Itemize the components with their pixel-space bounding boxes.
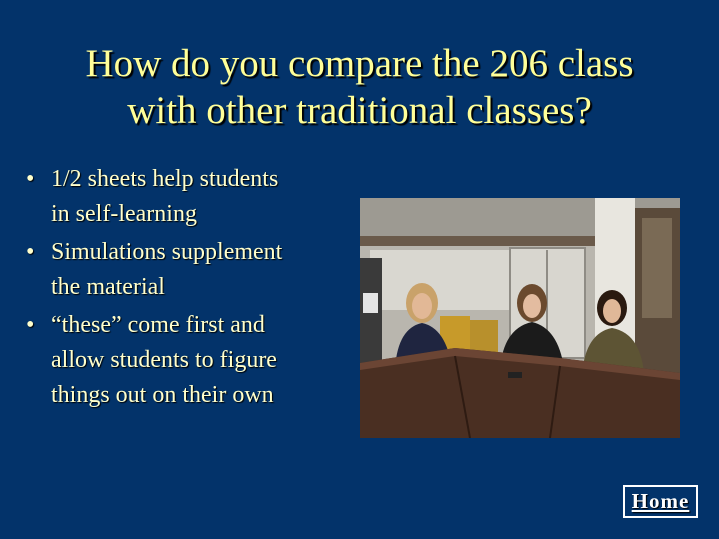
bullet-marker: • bbox=[26, 166, 35, 192]
bullet-item: • “these” come first and allow students … bbox=[26, 308, 356, 413]
title-line-1: How do you compare the 206 class bbox=[85, 42, 634, 85]
bullet-marker: • bbox=[26, 312, 35, 338]
bullet-text-line: the material bbox=[51, 274, 165, 300]
title-line-2: with other traditional classes? bbox=[127, 89, 592, 132]
bullet-marker: • bbox=[26, 239, 35, 265]
classroom-photo bbox=[360, 198, 680, 438]
bullet-item: • Simulations supplement the material bbox=[26, 235, 356, 305]
slide-title: How do you compare the 206 class with ot… bbox=[0, 40, 719, 134]
bullet-text-line: things out on their own bbox=[51, 382, 274, 408]
bullet-text-line: Simulations supplement bbox=[51, 239, 283, 265]
bullet-text-line: allow students to figure bbox=[51, 347, 277, 373]
bullet-text-line: “these” come first and bbox=[51, 312, 265, 338]
bullet-item: • 1/2 sheets help students in self-learn… bbox=[26, 162, 356, 232]
bullet-list: • 1/2 sheets help students in self-learn… bbox=[26, 162, 356, 416]
home-button[interactable]: Home bbox=[623, 485, 698, 518]
bullet-text-line: in self-learning bbox=[51, 201, 197, 227]
bullet-text-line: 1/2 sheets help students bbox=[51, 166, 279, 192]
